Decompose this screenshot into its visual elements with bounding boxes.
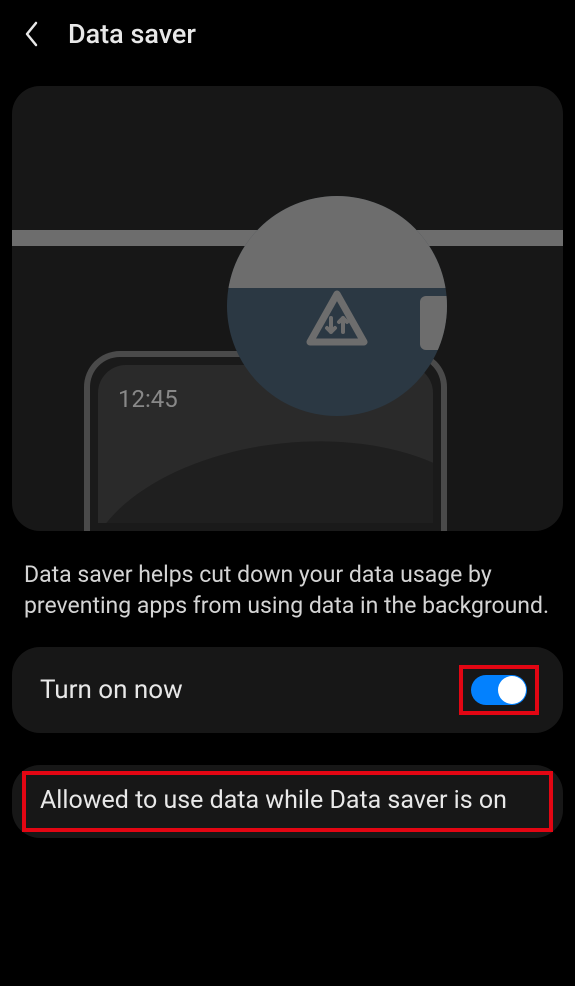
allowed-apps-row[interactable]: Allowed to use data while Data saver is … [12, 765, 563, 838]
data-saver-toggle[interactable] [471, 675, 527, 705]
illustration-magnifier-top [227, 196, 447, 288]
illustration-card: 12:45 [12, 86, 563, 531]
highlight-box-toggle [459, 665, 539, 715]
page-title: Data saver [68, 18, 196, 50]
illustration-phone-time: 12:45 [118, 385, 178, 413]
illustration-phone-wave [98, 421, 433, 523]
data-saver-icon [302, 290, 372, 352]
illustration-magnifier [227, 196, 447, 416]
turn-on-now-row[interactable]: Turn on now [12, 647, 563, 733]
turn-on-now-label: Turn on now [40, 675, 183, 705]
allowed-apps-content: Allowed to use data while Data saver is … [12, 765, 563, 838]
allowed-apps-label: Allowed to use data while Data saver is … [40, 785, 535, 818]
toggle-knob [498, 676, 526, 704]
back-icon[interactable] [20, 22, 44, 46]
description-text: Data saver helps cut down your data usag… [0, 531, 575, 639]
header: Data saver [0, 0, 575, 68]
battery-icon [420, 296, 447, 350]
